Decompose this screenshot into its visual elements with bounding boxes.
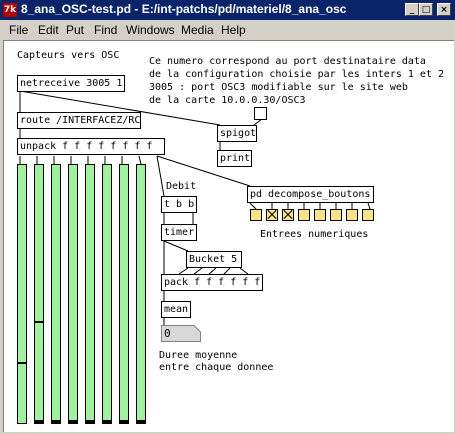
- window-title: 8_ana_OSC-test.pd - E:/int-patchs/pd/mat…: [21, 2, 347, 16]
- slider-knob: [120, 420, 128, 423]
- spigot-toggle[interactable]: [254, 107, 267, 120]
- patch-canvas[interactable]: Capteurs vers OSC Ce numero correspond a…: [3, 40, 454, 432]
- digital-input-toggle-2[interactable]: [266, 209, 278, 221]
- sensor-slider-3[interactable]: [51, 164, 61, 424]
- route-object[interactable]: route /INTERFACEZ/RC: [17, 112, 141, 129]
- title-bar[interactable]: 7k 8_ana_OSC-test.pd - E:/int-patchs/pd/…: [0, 0, 455, 20]
- digital-input-toggle-8[interactable]: [362, 209, 374, 221]
- close-button[interactable]: ×: [437, 3, 451, 16]
- slider-knob: [86, 420, 94, 423]
- comment-entrees-numeriques: Entrees numeriques: [260, 229, 369, 240]
- comment-debit: Debit: [166, 181, 197, 192]
- sensor-slider-8[interactable]: [136, 164, 146, 424]
- menu-bar: File Edit Put Find Windows Media Help: [0, 21, 455, 39]
- comment-info-line-1: Ce numero correspond au port destinatair…: [149, 56, 426, 67]
- digital-input-toggle-4[interactable]: [298, 209, 310, 221]
- digital-input-toggle-6[interactable]: [330, 209, 342, 221]
- print-object[interactable]: print: [217, 150, 252, 167]
- slider-knob: [35, 321, 43, 323]
- pd-app-icon[interactable]: 7k: [3, 3, 17, 17]
- digital-input-toggle-7[interactable]: [346, 209, 358, 221]
- minimize-button[interactable]: _: [405, 3, 419, 16]
- pack-object[interactable]: pack f f f f f f: [161, 274, 263, 291]
- comment-info-line-4: de la carte 10.0.0.30/OSC3: [149, 95, 306, 106]
- mean-number-value: 0: [164, 327, 171, 340]
- menu-file[interactable]: File: [9, 23, 28, 37]
- maximize-button[interactable]: □: [419, 3, 433, 16]
- sensor-slider-5[interactable]: [85, 164, 95, 424]
- menu-edit[interactable]: Edit: [38, 23, 59, 37]
- bucket-object[interactable]: Bucket 5: [186, 251, 242, 268]
- sensor-slider-4[interactable]: [68, 164, 78, 424]
- sensor-slider-7[interactable]: [119, 164, 129, 424]
- menu-media[interactable]: Media: [181, 23, 214, 37]
- menu-help[interactable]: Help: [221, 23, 246, 37]
- menu-find[interactable]: Find: [94, 23, 117, 37]
- comment-info-line-3: 3005 : port OSC3 modifiable sur le site …: [149, 82, 408, 93]
- sensor-slider-1[interactable]: [17, 164, 27, 424]
- comment-entre-chaque-donnee: entre chaque donnee: [159, 362, 274, 373]
- spigot-object[interactable]: spigot: [217, 125, 257, 142]
- slider-knob: [69, 420, 77, 423]
- slider-knob: [18, 362, 26, 364]
- digital-input-toggle-1[interactable]: [250, 209, 262, 221]
- slider-knob: [35, 420, 43, 423]
- comment-capteurs: Capteurs vers OSC: [17, 50, 120, 61]
- menu-windows[interactable]: Windows: [126, 23, 175, 37]
- trigger-bang-bang-object[interactable]: t b b: [161, 196, 197, 213]
- timer-object[interactable]: timer: [161, 224, 197, 241]
- sensor-slider-6[interactable]: [102, 164, 112, 424]
- mean-object[interactable]: mean: [161, 301, 191, 318]
- slider-knob: [103, 420, 111, 423]
- slider-knob: [52, 420, 60, 423]
- slider-knob: [137, 420, 145, 423]
- pd-patch-window: 7k 8_ana_OSC-test.pd - E:/int-patchs/pd/…: [0, 0, 455, 434]
- netreceive-object[interactable]: netreceive 3005 1: [17, 75, 125, 92]
- menu-put[interactable]: Put: [66, 23, 84, 37]
- digital-input-toggle-3[interactable]: [282, 209, 294, 221]
- unpack-object[interactable]: unpack f f f f f f f f: [17, 138, 165, 155]
- digital-input-toggle-5[interactable]: [314, 209, 326, 221]
- sensor-slider-2[interactable]: [34, 164, 44, 424]
- pd-decompose-boutons-object[interactable]: pd decompose_boutons: [247, 186, 374, 203]
- comment-info-line-2: de la configuration choisie par les inte…: [149, 69, 445, 80]
